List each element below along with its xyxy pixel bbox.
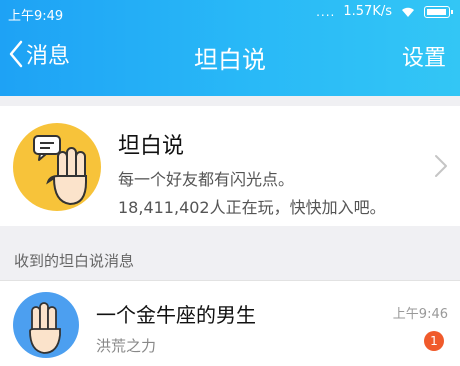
promo-stats: 18,411,402人正在玩，快快加入吧。 bbox=[118, 198, 386, 217]
list-item[interactable]: 一个金牛座的男生 洪荒之力 上午9:46 1 bbox=[0, 280, 460, 366]
hand-with-speech-bubble-icon bbox=[13, 123, 101, 211]
unread-badge: 1 bbox=[424, 331, 444, 351]
promo-title: 坦白说 bbox=[118, 134, 185, 159]
chevron-right-icon bbox=[435, 155, 447, 177]
message-title: 一个金牛座的男生 bbox=[96, 303, 256, 327]
battery-fill bbox=[427, 8, 446, 15]
status-bar: 上午9:49 .... 1.57K/s bbox=[0, 0, 460, 26]
hand-gesture-avatar-icon bbox=[13, 292, 79, 358]
status-dots: .... bbox=[316, 4, 336, 19]
promo-subtitle: 每一个好友都有闪光点。 bbox=[118, 170, 295, 189]
app-header: 上午9:49 .... 1.57K/s 消息 坦白说 设置 bbox=[0, 0, 460, 96]
message-subtitle: 洪荒之力 bbox=[96, 337, 157, 355]
nav-bar: 消息 坦白说 设置 bbox=[0, 26, 460, 84]
page-title: 坦白说 bbox=[194, 46, 266, 74]
message-time: 上午9:46 bbox=[392, 307, 448, 322]
wifi-icon bbox=[402, 7, 414, 17]
network-speed: 1.57K/s bbox=[343, 4, 392, 19]
status-time: 上午9:49 bbox=[8, 9, 64, 24]
promo-card[interactable]: 坦白说 每一个好友都有闪光点。 18,411,402人正在玩，快快加入吧。 bbox=[0, 106, 460, 226]
battery-icon bbox=[424, 5, 453, 18]
status-right: .... 1.57K/s bbox=[316, 4, 453, 19]
settings-button[interactable]: 设置 bbox=[402, 40, 446, 72]
section-header: 收到的坦白说消息 bbox=[14, 252, 135, 270]
